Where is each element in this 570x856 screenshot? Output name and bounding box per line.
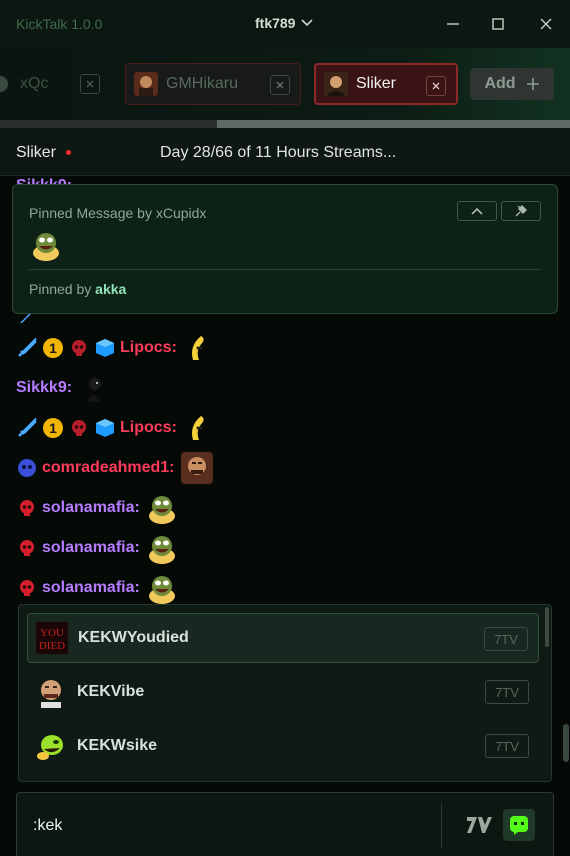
tab-label: Sliker: [356, 75, 397, 92]
message-username[interactable]: comradeahmed1:: [42, 459, 175, 477]
minimize-icon[interactable]: [443, 14, 463, 34]
close-tab-icon[interactable]: [270, 75, 290, 95]
pinned-header: Pinned Message by xCupidx: [29, 205, 207, 221]
app-title: KickTalk 1.0.0: [16, 16, 103, 32]
unpin-button[interactable]: [501, 201, 541, 221]
plus-icon: [526, 78, 539, 90]
pinned-footer-prefix: Pinned by: [29, 281, 92, 297]
chat-message: 1 Lipocs:: [16, 332, 215, 364]
message-username[interactable]: solanamafia:: [42, 579, 140, 597]
suggestion-item[interactable]: KEKWsike 7TV: [27, 721, 539, 771]
tab-label: GMHikaru: [166, 75, 239, 92]
red-skull-badge-icon: [16, 577, 38, 599]
7tv-emote-button[interactable]: [465, 811, 493, 839]
tab-label: xQc: [20, 75, 49, 92]
chat-message: Sikkk9:: [16, 372, 110, 404]
kekvibe-emote: [41, 680, 61, 708]
suggestion-item[interactable]: KEKVibe 7TV: [27, 667, 539, 717]
blue-cube-badge-icon: [94, 417, 116, 439]
suggestion-source: 7TV: [485, 680, 529, 704]
tab-scroll-thumb[interactable]: [217, 120, 570, 128]
chat-scrollbar[interactable]: [563, 724, 569, 762]
suggestion-name: KEKWsike: [77, 737, 158, 754]
red-skull-badge-icon: [16, 497, 38, 519]
one-month-badge-icon: 1: [42, 337, 64, 359]
tab-xqc[interactable]: xQc: [0, 63, 110, 105]
one-month-badge-icon: 1: [42, 417, 64, 439]
pepe-laugh-emote: [148, 576, 175, 604]
svg-text:1: 1: [49, 420, 57, 436]
add-channel-button[interactable]: Add: [470, 68, 554, 100]
red-skull-badge-icon: [16, 537, 38, 559]
svg-text:YOU: YOU: [40, 627, 64, 639]
sword-badge-icon: [16, 337, 38, 359]
chat-message: solanamafia:: [16, 532, 178, 564]
chevron-up-icon: [471, 207, 483, 215]
kick-logo-icon: [510, 816, 528, 835]
close-tab-icon[interactable]: [80, 74, 100, 94]
suggestion-source: 7TV: [484, 627, 528, 651]
blue-skull-badge-icon: [16, 457, 38, 479]
pinned-message: Pinned Message by xCupidx Pinned by akka: [12, 184, 558, 314]
suggestion-name: KEKWYoudied: [78, 629, 189, 646]
close-tab-icon[interactable]: [426, 76, 446, 96]
close-window-icon[interactable]: [536, 14, 556, 34]
suggestion-scrollbar[interactable]: [545, 607, 549, 647]
suggestion-source: 7TV: [485, 734, 529, 758]
red-skull-badge-icon: [68, 337, 90, 359]
sliker-avatar: [324, 72, 348, 96]
channel-name: Sliker: [16, 144, 57, 161]
pepe-laugh-emote: [148, 536, 175, 564]
user-menu[interactable]: ftk789: [255, 15, 314, 31]
chevron-down-icon: [301, 19, 314, 27]
gmhikaru-avatar: [134, 72, 158, 96]
live-indicator: [66, 150, 71, 155]
add-label: Add: [484, 75, 516, 92]
chat-message: 1 Lipocs:: [16, 412, 215, 444]
title-bar: KickTalk 1.0.0 ftk789: [0, 0, 570, 48]
kick-emote-button[interactable]: [503, 809, 535, 841]
svg-text:1: 1: [49, 340, 57, 356]
emote-suggestions: YOU DIED KEKWYoudied 7TV KEKVibe 7TV KEKW…: [18, 604, 552, 782]
pinned-by-user[interactable]: akka: [95, 281, 126, 297]
stream-title: Day 28/66 of 11 Hours Streams...: [160, 144, 397, 161]
blue-cube-badge-icon: [94, 337, 116, 359]
message-username[interactable]: solanamafia:: [42, 499, 140, 517]
tab-bar: xQc GMHikaru Sliker Add: [0, 48, 570, 120]
pepe-laugh-emote: [33, 233, 59, 261]
xqc-avatar: [0, 76, 8, 92]
chat-input[interactable]: [33, 815, 413, 837]
tab-scrollbar[interactable]: [0, 120, 570, 128]
sword-badge-icon: [16, 417, 38, 439]
message-username[interactable]: solanamafia:: [42, 539, 140, 557]
tab-gmhikaru[interactable]: GMHikaru: [125, 63, 301, 105]
collapse-pin-button[interactable]: [457, 201, 497, 221]
divider: [441, 803, 442, 849]
kekwsike-emote: [37, 735, 63, 760]
message-username[interactable]: Sikkk9:: [16, 379, 72, 397]
message-username[interactable]: Lipocs:: [120, 419, 177, 437]
username: ftk789: [255, 15, 296, 31]
dark-figure-emote: [87, 378, 103, 402]
dancing-banana-emote: [191, 336, 204, 360]
channel-header: Sliker Day 28/66 of 11 Hours Streams...: [0, 128, 570, 176]
divider: [29, 269, 541, 270]
suggestion-item[interactable]: YOU DIED KEKWYoudied 7TV: [27, 613, 539, 663]
svg-text:DIED: DIED: [39, 640, 65, 652]
red-skull-badge-icon: [68, 417, 90, 439]
unpin-icon: [515, 205, 527, 217]
maximize-icon[interactable]: [488, 14, 508, 34]
suggestion-name: KEKVibe: [77, 683, 145, 700]
pinned-footer: Pinned by akka: [29, 281, 126, 297]
chat-message: solanamafia:: [16, 492, 178, 524]
chat-message: solanamafia:: [16, 572, 178, 604]
chat-message: comradeahmed1:: [16, 452, 213, 484]
tab-sliker[interactable]: Sliker: [314, 63, 458, 105]
youdied-emote: YOUDIED: [36, 622, 68, 654]
dancing-banana-emote: [191, 416, 204, 440]
laughing-man-emote: [180, 452, 213, 484]
chat-input-area: [16, 792, 554, 856]
pepe-laugh-emote: [148, 496, 175, 524]
message-username[interactable]: Lipocs:: [120, 339, 177, 357]
